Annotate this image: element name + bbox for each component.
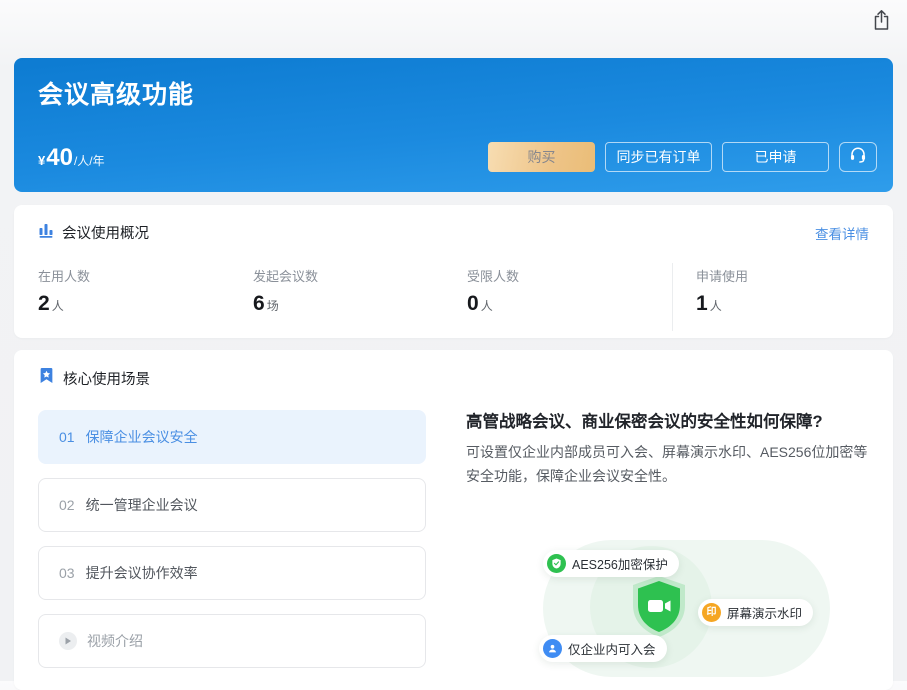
price-unit: /人/年 xyxy=(74,152,105,169)
price-amount: 40 xyxy=(46,146,73,170)
badge-watermark: 印 屏幕演示水印 xyxy=(698,599,813,626)
bookmark-star-icon xyxy=(38,367,55,389)
price: ¥ 40 /人/年 xyxy=(38,146,105,170)
stat-label: 受限人数 xyxy=(467,266,519,285)
video-intro-item[interactable]: 视频介绍 xyxy=(38,614,426,668)
person-icon xyxy=(543,639,562,658)
stamp-glyph: 印 xyxy=(707,608,717,618)
play-icon xyxy=(59,632,77,650)
stat-unit: 人 xyxy=(52,297,64,314)
badge-label: AES256加密保护 xyxy=(572,554,668,573)
stat-divider xyxy=(672,263,673,331)
scenario-list: 01 保障企业会议安全 02 统一管理企业会议 03 提升会议协作效率 视频介绍 xyxy=(38,410,426,682)
stat-value: 1 xyxy=(696,292,708,316)
share-icon xyxy=(872,9,891,36)
scenarios-header: 核心使用场景 xyxy=(38,367,150,389)
scenario-label: 保障企业会议安全 xyxy=(86,427,198,447)
scenario-number: 01 xyxy=(59,429,75,445)
hero-actions: 购买 同步已有订单 已申请 xyxy=(488,142,877,172)
stat-applied-users: 申请使用 1人 xyxy=(696,266,748,316)
sync-orders-button[interactable]: 同步已有订单 xyxy=(605,142,712,172)
usage-overview-card: 会议使用概况 查看详情 在用人数 2人 发起会议数 6场 受限人数 0人 申请使… xyxy=(14,205,893,338)
stamp-icon: 印 xyxy=(702,603,721,622)
stat-active-users: 在用人数 2人 xyxy=(38,266,90,316)
page-title: 会议高级功能 xyxy=(38,75,194,111)
scenario-item-efficiency[interactable]: 03 提升会议协作效率 xyxy=(38,546,426,600)
buy-button[interactable]: 购买 xyxy=(488,142,595,172)
video-intro-label: 视频介绍 xyxy=(87,631,143,651)
stat-value: 0 xyxy=(467,292,479,316)
stat-unit: 人 xyxy=(710,297,722,314)
stat-value: 2 xyxy=(38,292,50,316)
applied-button[interactable]: 已申请 xyxy=(722,142,829,172)
view-details-link[interactable]: 查看详情 xyxy=(815,223,869,243)
stat-unit: 场 xyxy=(267,297,279,314)
core-scenarios-card: 核心使用场景 01 保障企业会议安全 02 统一管理企业会议 03 提升会议协作… xyxy=(14,350,893,690)
badge-label: 仅企业内可入会 xyxy=(568,639,656,658)
hero-banner: 会议高级功能 ¥ 40 /人/年 购买 同步已有订单 已申请 xyxy=(14,58,893,192)
scenario-item-manage[interactable]: 02 统一管理企业会议 xyxy=(38,478,426,532)
stat-label: 发起会议数 xyxy=(253,266,318,285)
support-button[interactable] xyxy=(839,142,877,172)
stat-label: 申请使用 xyxy=(696,266,748,285)
stat-meetings-started: 发起会议数 6场 xyxy=(253,266,318,316)
stat-label: 在用人数 xyxy=(38,266,90,285)
badge-aes256: AES256加密保护 xyxy=(543,550,679,577)
scenario-item-security[interactable]: 01 保障企业会议安全 xyxy=(38,410,426,464)
price-currency: ¥ xyxy=(38,153,45,168)
scenario-detail-heading: 高管战略会议、商业保密会议的安全性如何保障? xyxy=(466,408,886,432)
scenario-label: 提升会议协作效率 xyxy=(86,563,198,583)
badge-members-only: 仅企业内可入会 xyxy=(539,635,667,662)
scenario-number: 03 xyxy=(59,565,75,581)
scenario-label: 统一管理企业会议 xyxy=(86,495,198,515)
scenario-number: 02 xyxy=(59,497,75,513)
share-button[interactable] xyxy=(868,8,894,36)
shield-check-icon xyxy=(547,554,566,573)
stat-restricted-users: 受限人数 0人 xyxy=(467,266,519,316)
shield-camera-icon xyxy=(626,574,692,640)
usage-title: 会议使用概况 xyxy=(62,222,149,243)
scenario-detail-description: 可设置仅企业内部成员可入会、屏幕演示水印、AES256位加密等安全功能，保障企业… xyxy=(466,440,876,488)
headset-icon xyxy=(849,146,867,169)
stat-value: 6 xyxy=(253,292,265,316)
usage-header: 会议使用概况 xyxy=(38,222,149,243)
scenarios-title: 核心使用场景 xyxy=(63,368,150,389)
badge-label: 屏幕演示水印 xyxy=(727,603,802,622)
stat-unit: 人 xyxy=(481,297,493,314)
bar-chart-icon xyxy=(38,222,54,243)
